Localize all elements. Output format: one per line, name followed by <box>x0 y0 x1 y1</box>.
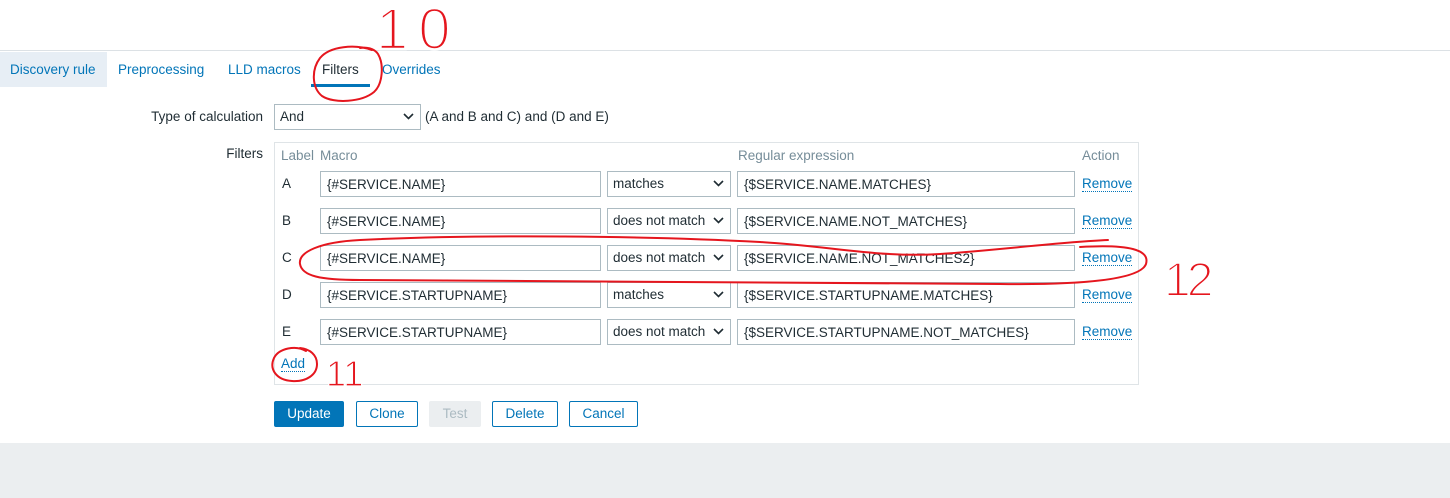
chevron-down-icon <box>713 291 724 298</box>
tab-label: Preprocessing <box>118 62 205 77</box>
column-header-action: Action <box>1082 148 1120 163</box>
active-tab-indicator <box>311 84 370 87</box>
filter-row-label: A <box>282 176 292 191</box>
remove-button[interactable]: Remove <box>1082 213 1133 229</box>
header-divider <box>0 50 1450 51</box>
macro-input[interactable] <box>320 171 601 197</box>
tab-filters[interactable]: Filters <box>311 52 370 87</box>
tab-discovery-rule[interactable]: Discovery rule <box>0 52 107 87</box>
tab-label: Filters <box>322 62 359 77</box>
type-of-calculation-label: Type of calculation <box>151 109 263 124</box>
filter-row-label: E <box>282 324 292 339</box>
tab-lld-macros[interactable]: LLD macros <box>217 52 312 87</box>
column-header-label: Label <box>281 148 315 163</box>
filter-row-label: B <box>282 213 292 228</box>
tab-preprocessing[interactable]: Preprocessing <box>107 52 215 87</box>
remove-button[interactable]: Remove <box>1082 324 1133 340</box>
tab-label: Discovery rule <box>10 62 96 77</box>
regex-input[interactable] <box>737 282 1075 308</box>
filters-label: Filters <box>226 146 263 161</box>
operator-select[interactable]: does not match <box>607 208 731 234</box>
regex-input[interactable] <box>737 171 1075 197</box>
column-header-macro: Macro <box>320 148 358 163</box>
macro-input[interactable] <box>320 208 601 234</box>
chevron-down-icon <box>713 180 724 187</box>
chevron-down-icon <box>713 328 724 335</box>
page: Discovery rule Preprocessing LLD macros … <box>0 0 1450 498</box>
chevron-down-icon <box>713 217 724 224</box>
macro-input[interactable] <box>320 245 601 271</box>
remove-button[interactable]: Remove <box>1082 250 1133 266</box>
regex-input[interactable] <box>737 245 1075 271</box>
operator-select[interactable]: does not match <box>607 319 731 345</box>
regex-input[interactable] <box>737 208 1075 234</box>
select-value: matches <box>613 287 665 302</box>
select-value: matches <box>613 176 665 191</box>
annotation-number-row: 12 <box>1164 254 1212 307</box>
remove-button[interactable]: Remove <box>1082 176 1133 192</box>
page-footer <box>0 443 1450 498</box>
chevron-down-icon <box>403 113 414 120</box>
test-button: Test <box>429 401 481 427</box>
tab-overrides[interactable]: Overrides <box>371 52 452 87</box>
filter-row-label: D <box>282 287 292 302</box>
clone-button[interactable]: Clone <box>356 401 418 427</box>
update-button[interactable]: Update <box>274 401 344 427</box>
add-filter-button[interactable]: Add <box>281 356 306 372</box>
column-header-regex: Regular expression <box>738 148 855 163</box>
filter-row-label: C <box>282 250 292 265</box>
cancel-button[interactable]: Cancel <box>569 401 638 427</box>
select-value: And <box>280 109 305 124</box>
macro-input[interactable] <box>320 319 601 345</box>
remove-button[interactable]: Remove <box>1082 287 1133 303</box>
select-value: does not match <box>613 324 706 339</box>
type-of-calculation-select[interactable]: And <box>274 104 421 130</box>
delete-button[interactable]: Delete <box>492 401 558 427</box>
macro-input[interactable] <box>320 282 601 308</box>
regex-input[interactable] <box>737 319 1075 345</box>
operator-select[interactable]: matches <box>607 171 731 197</box>
operator-select[interactable]: does not match <box>607 245 731 271</box>
chevron-down-icon <box>713 254 724 261</box>
operator-select[interactable]: matches <box>607 282 731 308</box>
tab-label: Overrides <box>382 62 441 77</box>
tab-label: LLD macros <box>228 62 301 77</box>
select-value: does not match <box>613 250 706 265</box>
calculation-expression: (A and B and C) and (D and E) <box>425 109 609 124</box>
select-value: does not match <box>613 213 706 228</box>
